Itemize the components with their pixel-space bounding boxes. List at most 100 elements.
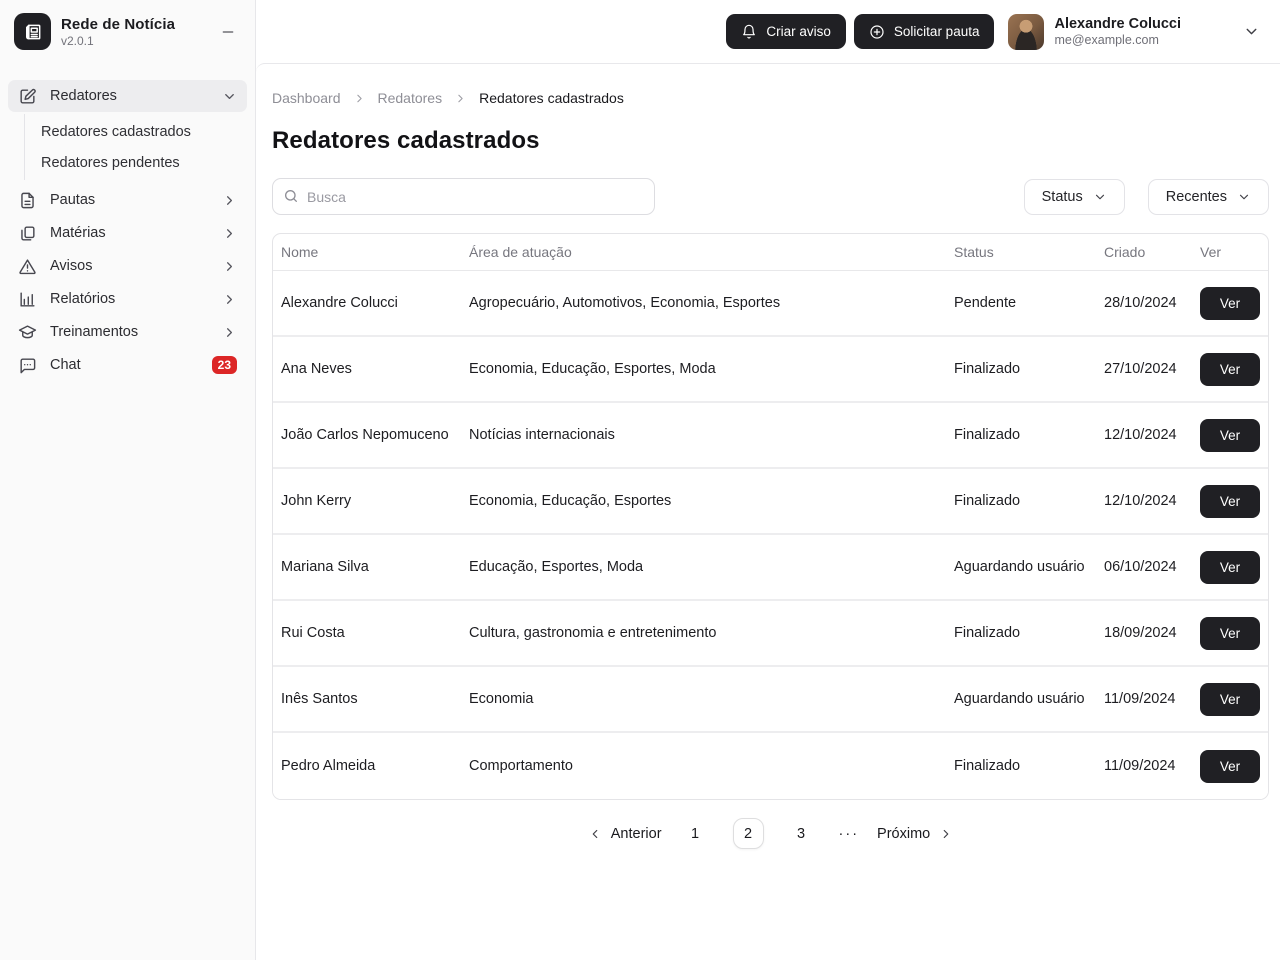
pagination-page-2-current[interactable]: 2 (733, 818, 764, 849)
sidebar-item-treinamentos[interactable]: Treinamentos (8, 316, 247, 348)
sidebar-item-redatores-pendentes[interactable]: Redatores pendentes (25, 147, 255, 178)
chat-unread-badge: 23 (212, 356, 237, 374)
sidebar-item-label: Treinamentos (50, 324, 222, 340)
view-button[interactable]: Ver (1200, 419, 1260, 452)
pagination-ellipsis: ··· (839, 826, 860, 842)
chevron-right-icon (454, 92, 467, 105)
sidebar-item-label: Avisos (50, 258, 222, 274)
app-title: Rede de Notícia (61, 16, 215, 33)
sidebar-item-redatores[interactable]: Redatores (8, 80, 247, 112)
minus-icon (220, 24, 236, 40)
request-agenda-label: Solicitar pauta (894, 24, 980, 39)
chevron-right-icon (222, 226, 237, 241)
redator-status: Finalizado (954, 758, 1104, 774)
redator-area: Economia (469, 691, 954, 707)
column-header-nome: Nome (281, 244, 469, 260)
redatores-table: Nome Área de atuação Status Criado Ver A… (272, 233, 1269, 800)
app-version: v2.0.1 (61, 34, 215, 48)
create-notice-button[interactable]: Criar aviso (726, 14, 846, 49)
newspaper-icon (23, 22, 43, 42)
bell-icon (741, 24, 757, 40)
graduation-cap-icon (18, 323, 37, 342)
view-button[interactable]: Ver (1200, 750, 1260, 783)
plus-circle-icon (869, 24, 885, 40)
chevron-right-icon (222, 259, 237, 274)
sidebar-item-label: Chat (50, 357, 212, 373)
sidebar-nav: Redatores Redatores cadastrados Redatore… (0, 62, 255, 381)
sidebar-item-label: Redatores (50, 88, 222, 104)
sidebar-item-label: Matérias (50, 225, 222, 241)
view-button[interactable]: Ver (1200, 683, 1260, 716)
edit-icon (18, 87, 37, 106)
chevron-down-icon (1237, 190, 1251, 204)
redator-status: Pendente (954, 295, 1104, 311)
bar-chart-icon (18, 290, 37, 309)
search-input[interactable] (272, 178, 655, 215)
redator-status: Finalizado (954, 427, 1104, 443)
breadcrumb-redatores[interactable]: Redatores (378, 90, 443, 106)
avatar (1008, 14, 1044, 50)
sort-filter-label: Recentes (1166, 189, 1227, 205)
next-label: Próximo (877, 826, 930, 842)
sidebar-item-chat[interactable]: Chat 23 (8, 349, 247, 381)
sort-filter-dropdown[interactable]: Recentes (1148, 179, 1269, 215)
redator-name: João Carlos Nepomuceno (281, 427, 469, 443)
table-row: Rui Costa Cultura, gastronomia e entrete… (273, 601, 1268, 667)
app-root: Rede de Notícia v2.0.1 Redatores (0, 0, 1280, 960)
chevron-down-icon[interactable] (1243, 23, 1260, 40)
redator-created-date: 27/10/2024 (1104, 361, 1200, 377)
user-menu[interactable]: Alexandre Colucci me@example.com (1008, 14, 1260, 50)
table-row: Pedro Almeida Comportamento Finalizado 1… (273, 733, 1268, 799)
redator-area: Educação, Esportes, Moda (469, 559, 954, 575)
sidebar: Rede de Notícia v2.0.1 Redatores (0, 0, 256, 960)
chevron-down-icon (222, 89, 237, 104)
previous-label: Anterior (611, 826, 662, 842)
chevron-right-icon (939, 827, 953, 841)
request-agenda-button[interactable]: Solicitar pauta (854, 14, 995, 49)
redator-created-date: 18/09/2024 (1104, 625, 1200, 641)
alert-triangle-icon (18, 257, 37, 276)
redator-area: Notícias internacionais (469, 427, 954, 443)
redator-created-date: 11/09/2024 (1104, 691, 1200, 707)
redator-name: Ana Neves (281, 361, 469, 377)
redator-created-date: 12/10/2024 (1104, 427, 1200, 443)
redator-area: Cultura, gastronomia e entretenimento (469, 625, 954, 641)
view-button[interactable]: Ver (1200, 485, 1260, 518)
redator-area: Economia, Educação, Esportes (469, 493, 954, 509)
redator-status: Aguardando usuário (954, 559, 1104, 575)
pagination-page-3[interactable]: 3 (786, 818, 817, 849)
sidebar-item-avisos[interactable]: Avisos (8, 250, 247, 282)
chevron-right-icon (222, 292, 237, 307)
redator-created-date: 06/10/2024 (1104, 559, 1200, 575)
pagination-previous[interactable]: Anterior (588, 826, 662, 842)
chevron-right-icon (353, 92, 366, 105)
sidebar-item-redatores-cadastrados[interactable]: Redatores cadastrados (25, 116, 255, 147)
view-button[interactable]: Ver (1200, 287, 1260, 320)
status-filter-dropdown[interactable]: Status (1024, 179, 1125, 215)
sidebar-item-materias[interactable]: Matérias (8, 217, 247, 249)
table-row: Mariana Silva Educação, Esportes, Moda A… (273, 535, 1268, 601)
chevron-right-icon (222, 325, 237, 340)
controls-row: Status Recentes (272, 178, 1269, 215)
breadcrumb-dashboard[interactable]: Dashboard (272, 90, 341, 106)
sidebar-header: Rede de Notícia v2.0.1 (0, 0, 255, 62)
status-filter-label: Status (1042, 189, 1083, 205)
redator-status: Aguardando usuário (954, 691, 1104, 707)
sidebar-item-relatorios[interactable]: Relatórios (8, 283, 247, 315)
chevron-right-icon (222, 193, 237, 208)
pagination-next[interactable]: Próximo (877, 826, 953, 842)
sidebar-item-pautas[interactable]: Pautas (8, 184, 247, 216)
column-header-status: Status (954, 244, 1104, 260)
collapse-sidebar-button[interactable] (215, 19, 241, 45)
pagination-page-1[interactable]: 1 (680, 818, 711, 849)
redator-status: Finalizado (954, 361, 1104, 377)
redator-name: John Kerry (281, 493, 469, 509)
view-button[interactable]: Ver (1200, 353, 1260, 386)
view-button[interactable]: Ver (1200, 551, 1260, 584)
chat-bubble-icon (18, 356, 37, 375)
redator-name: Alexandre Colucci (281, 295, 469, 311)
view-button[interactable]: Ver (1200, 617, 1260, 650)
column-header-area: Área de atuação (469, 244, 954, 260)
content: Dashboard Redatores Redatores cadastrado… (256, 63, 1280, 960)
table-row: John Kerry Economia, Educação, Esportes … (273, 469, 1268, 535)
